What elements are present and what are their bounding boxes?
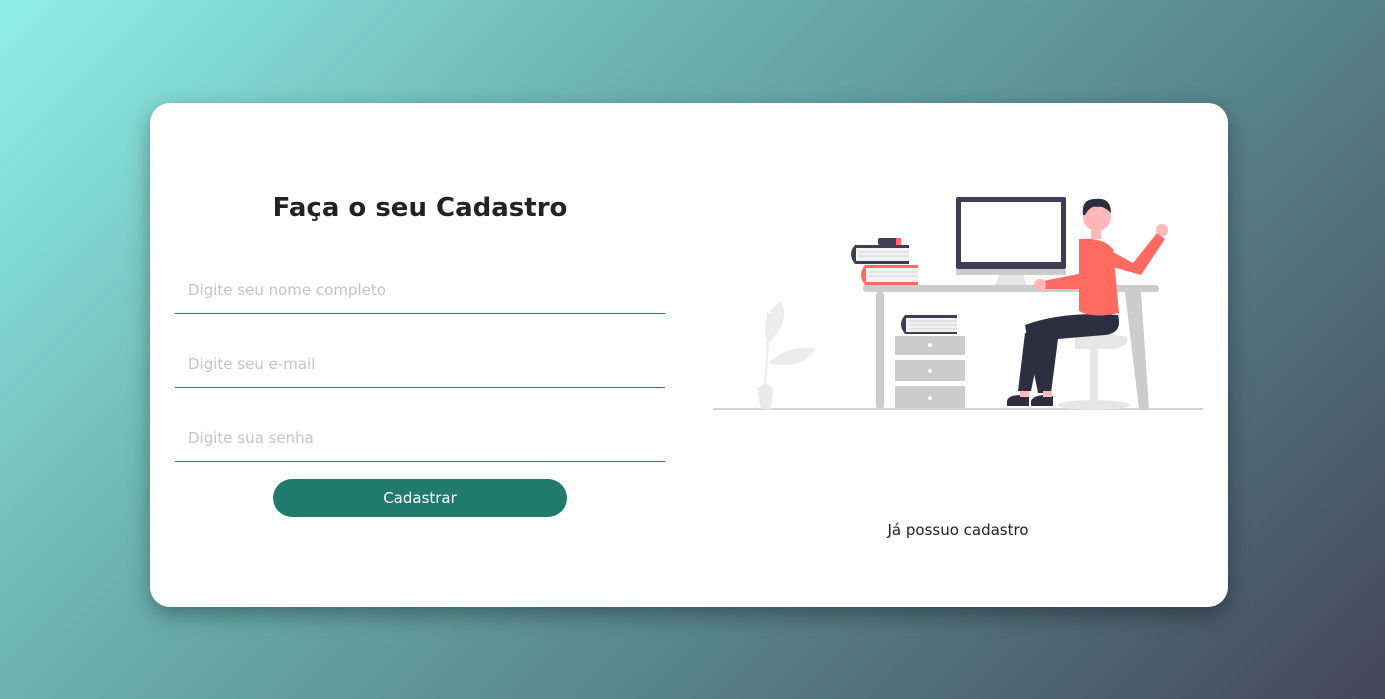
signup-card: Faça o seu Cadastro Cadastrar <box>150 103 1228 607</box>
plant-icon <box>757 301 816 409</box>
login-link[interactable]: Já possuo cadastro <box>713 521 1203 539</box>
books-icon <box>901 315 957 334</box>
chair-icon <box>1058 332 1130 410</box>
register-button[interactable]: Cadastrar <box>273 479 567 517</box>
desk-illustration <box>713 197 1203 410</box>
name-input[interactable] <box>175 266 665 314</box>
email-input[interactable] <box>175 340 665 388</box>
monitor-icon <box>956 197 1066 285</box>
password-input[interactable] <box>175 414 665 462</box>
form-title: Faça o seu Cadastro <box>272 193 568 223</box>
book-stack-icon <box>851 238 918 285</box>
signup-form: Faça o seu Cadastro Cadastrar <box>175 103 665 607</box>
